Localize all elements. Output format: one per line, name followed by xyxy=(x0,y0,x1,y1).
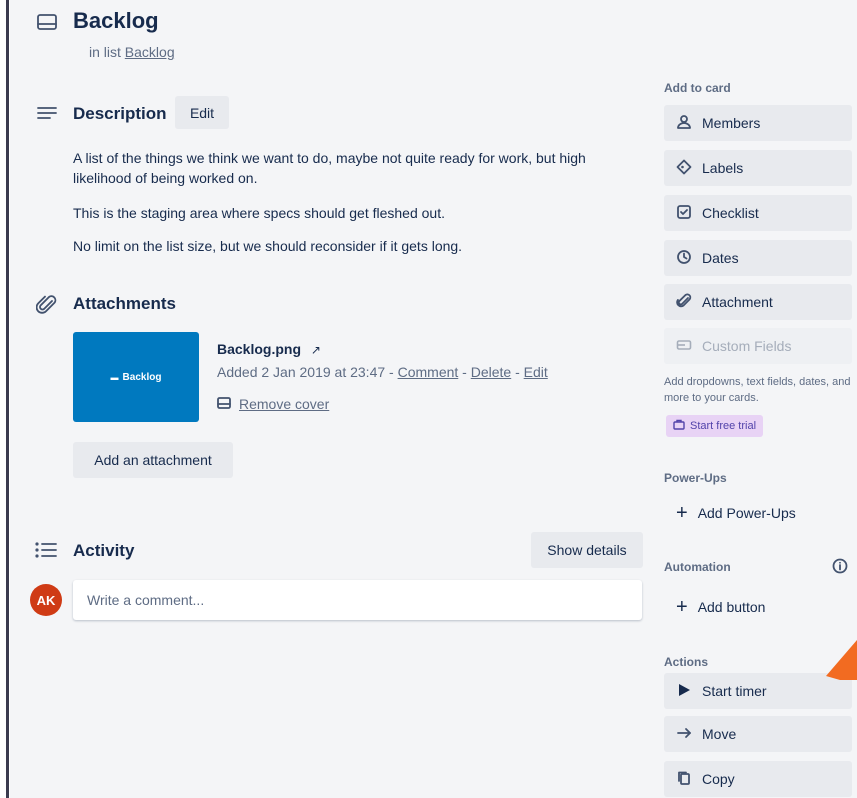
start-timer-label: Start timer xyxy=(702,683,767,699)
powerups-heading: Power-Ups xyxy=(664,471,727,485)
checklist-button[interactable]: Checklist xyxy=(664,195,852,231)
paperclip-icon xyxy=(676,293,692,312)
remove-cover-link[interactable]: Remove cover xyxy=(217,396,329,412)
labels-label: Labels xyxy=(702,160,744,176)
list-link[interactable]: Backlog xyxy=(125,44,175,60)
card-mini-icon: ▬ xyxy=(110,372,119,382)
custom-fields-icon xyxy=(676,337,692,356)
plus-icon: + xyxy=(676,595,688,618)
avatar[interactable]: AK xyxy=(30,584,62,616)
play-icon xyxy=(676,682,692,701)
description-paragraph: This is the staging area where specs sho… xyxy=(73,205,445,221)
activity-heading: Activity xyxy=(73,541,135,560)
clock-icon xyxy=(676,249,692,268)
move-label: Move xyxy=(702,726,737,742)
description-paragraph: A list of the things we think we want to… xyxy=(73,150,586,186)
briefcase-icon xyxy=(673,419,685,433)
info-icon[interactable] xyxy=(832,558,848,579)
attachment-comment-link[interactable]: Comment xyxy=(398,364,459,380)
separator: - xyxy=(515,364,520,380)
description-body[interactable]: A list of the things we think we want to… xyxy=(73,148,643,256)
card-icon xyxy=(36,12,58,37)
comment-input[interactable]: Write a comment... xyxy=(73,580,642,620)
labels-button[interactable]: Labels xyxy=(664,150,852,186)
attachment-meta: Added 2 Jan 2019 at 23:47 - Comment - De… xyxy=(217,364,548,380)
members-label: Members xyxy=(702,115,761,131)
attachment-name-row: Backlog.png ↗ xyxy=(217,341,321,357)
description-heading: Description xyxy=(73,104,167,123)
arrow-right-icon xyxy=(676,725,692,744)
copy-button[interactable]: Copy xyxy=(664,761,852,797)
attachment-label: Attachment xyxy=(702,294,773,310)
attachment-button[interactable]: Attachment xyxy=(664,284,852,320)
actions-heading: Actions xyxy=(664,655,709,669)
start-free-trial-button[interactable]: Start free trial xyxy=(666,415,764,437)
attachment-edit-link[interactable]: Edit xyxy=(524,364,548,380)
copy-label: Copy xyxy=(702,771,735,787)
paperclip-icon xyxy=(35,294,58,321)
start-free-trial-label: Start free trial xyxy=(690,420,757,432)
dates-label: Dates xyxy=(702,250,739,266)
card-detail-panel: Backlog in list Backlog Description Edit… xyxy=(10,0,857,798)
left-edge xyxy=(0,0,10,798)
dates-button[interactable]: Dates xyxy=(664,240,852,276)
checklist-label: Checklist xyxy=(702,205,759,221)
plus-icon: + xyxy=(676,501,688,524)
move-button[interactable]: Move xyxy=(664,716,852,752)
in-list-text: in list Backlog xyxy=(89,44,175,60)
attachment-added-text: Added 2 Jan 2019 at 23:47 - xyxy=(217,364,394,380)
members-button[interactable]: Members xyxy=(664,105,852,141)
start-timer-button[interactable]: Start timer xyxy=(664,673,852,709)
add-button-label: Add button xyxy=(697,599,766,615)
attachment-thumbnail[interactable]: ▬ Backlog xyxy=(73,332,199,422)
left-edge-bar xyxy=(6,0,9,798)
person-icon xyxy=(676,114,692,133)
separator: - xyxy=(462,364,467,380)
description-paragraph: No limit on the list size, but we should… xyxy=(73,238,463,254)
checkbox-icon xyxy=(676,204,692,223)
add-powerups-label: Add Power-Ups xyxy=(697,505,796,521)
attachment-file-name[interactable]: Backlog.png xyxy=(217,341,301,357)
add-powerups-button[interactable]: + Add Power-Ups xyxy=(664,495,852,531)
custom-fields-button[interactable]: Custom Fields xyxy=(664,328,852,364)
in-list-prefix: in list xyxy=(89,44,121,60)
description-icon xyxy=(36,105,58,128)
remove-cover-label: Remove cover xyxy=(239,396,330,412)
show-details-button[interactable]: Show details xyxy=(531,532,643,568)
card-cover-icon xyxy=(217,396,231,412)
external-link-icon[interactable]: ↗ xyxy=(311,343,321,357)
attachment-delete-link[interactable]: Delete xyxy=(471,364,511,380)
attachments-heading: Attachments xyxy=(73,294,176,313)
add-to-card-heading: Add to card xyxy=(664,81,731,95)
pointer-arrow-icon xyxy=(826,640,857,685)
automation-heading: Automation xyxy=(664,560,731,574)
add-button-button[interactable]: + Add button xyxy=(664,589,852,625)
thumbnail-label: Backlog xyxy=(122,371,162,383)
custom-fields-label: Custom Fields xyxy=(702,338,792,354)
edit-description-button[interactable]: Edit xyxy=(175,96,229,129)
activity-icon xyxy=(34,541,58,564)
custom-fields-note: Add dropdowns, text fields, dates, and m… xyxy=(664,376,851,404)
copy-icon xyxy=(676,770,692,789)
label-tag-icon xyxy=(676,159,692,178)
card-title[interactable]: Backlog xyxy=(73,8,159,34)
add-attachment-button[interactable]: Add an attachment xyxy=(73,442,233,478)
